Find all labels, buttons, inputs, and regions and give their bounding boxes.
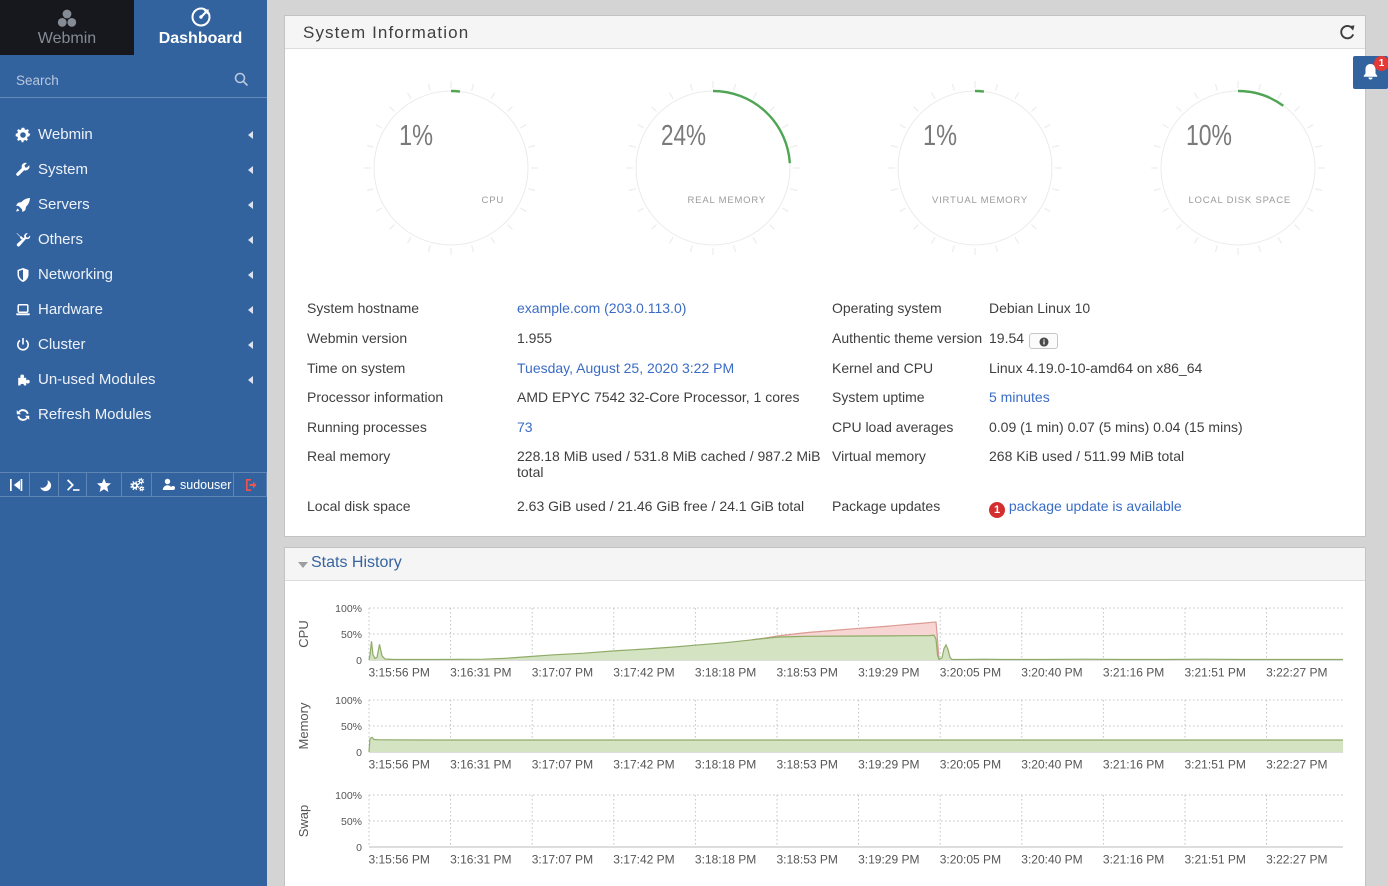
svg-text:VIRTUAL MEMORY: VIRTUAL MEMORY <box>932 195 1028 206</box>
svg-text:CPU: CPU <box>482 195 504 206</box>
svg-text:3:18:18 PM: 3:18:18 PM <box>695 666 756 680</box>
svg-text:3:18:18 PM: 3:18:18 PM <box>695 853 756 867</box>
svg-text:24%: 24% <box>661 120 706 152</box>
svg-text:50%: 50% <box>341 816 362 828</box>
svg-text:0: 0 <box>356 655 362 667</box>
svg-text:3:22:27 PM: 3:22:27 PM <box>1266 666 1327 680</box>
svg-text:3:21:16 PM: 3:21:16 PM <box>1103 666 1164 680</box>
svg-text:3:21:16 PM: 3:21:16 PM <box>1103 853 1164 867</box>
svg-text:3:17:42 PM: 3:17:42 PM <box>613 666 674 680</box>
svg-text:3:17:42 PM: 3:17:42 PM <box>613 758 674 772</box>
svg-text:3:18:18 PM: 3:18:18 PM <box>695 758 756 772</box>
svg-text:50%: 50% <box>341 629 362 641</box>
svg-text:3:20:05 PM: 3:20:05 PM <box>940 758 1001 772</box>
svg-text:3:21:51 PM: 3:21:51 PM <box>1185 758 1246 772</box>
svg-text:3:19:29 PM: 3:19:29 PM <box>858 666 919 680</box>
svg-text:3:21:16 PM: 3:21:16 PM <box>1103 758 1164 772</box>
svg-text:3:15:56 PM: 3:15:56 PM <box>369 666 430 680</box>
svg-text:3:22:27 PM: 3:22:27 PM <box>1266 758 1327 772</box>
svg-text:3:20:40 PM: 3:20:40 PM <box>1021 758 1082 772</box>
svg-text:3:22:27 PM: 3:22:27 PM <box>1266 853 1327 867</box>
svg-text:CPU: CPU <box>296 620 311 647</box>
svg-text:3:19:29 PM: 3:19:29 PM <box>858 853 919 867</box>
svg-text:100%: 100% <box>335 695 362 707</box>
svg-text:1%: 1% <box>923 120 957 152</box>
svg-text:Swap: Swap <box>296 805 311 838</box>
svg-text:3:16:31 PM: 3:16:31 PM <box>450 853 511 867</box>
svg-text:1%: 1% <box>399 120 433 152</box>
svg-text:100%: 100% <box>335 790 362 802</box>
svg-text:3:17:42 PM: 3:17:42 PM <box>613 853 674 867</box>
svg-text:3:15:56 PM: 3:15:56 PM <box>369 758 430 772</box>
svg-text:REAL MEMORY: REAL MEMORY <box>688 195 766 206</box>
svg-text:0: 0 <box>356 747 362 759</box>
svg-text:3:15:56 PM: 3:15:56 PM <box>369 853 430 867</box>
svg-text:0: 0 <box>356 842 362 854</box>
svg-text:3:20:05 PM: 3:20:05 PM <box>940 666 1001 680</box>
svg-text:3:17:07 PM: 3:17:07 PM <box>532 853 593 867</box>
svg-text:3:18:53 PM: 3:18:53 PM <box>777 758 838 772</box>
svg-text:3:18:53 PM: 3:18:53 PM <box>777 666 838 680</box>
svg-text:3:21:51 PM: 3:21:51 PM <box>1185 853 1246 867</box>
svg-text:3:18:53 PM: 3:18:53 PM <box>777 853 838 867</box>
svg-text:3:17:07 PM: 3:17:07 PM <box>532 758 593 772</box>
svg-text:3:20:40 PM: 3:20:40 PM <box>1021 666 1082 680</box>
svg-text:3:21:51 PM: 3:21:51 PM <box>1185 666 1246 680</box>
svg-text:LOCAL DISK SPACE: LOCAL DISK SPACE <box>1188 195 1291 206</box>
svg-text:100%: 100% <box>335 603 362 615</box>
svg-text:3:17:07 PM: 3:17:07 PM <box>532 666 593 680</box>
svg-text:3:16:31 PM: 3:16:31 PM <box>450 666 511 680</box>
svg-text:3:20:05 PM: 3:20:05 PM <box>940 853 1001 867</box>
svg-text:3:19:29 PM: 3:19:29 PM <box>858 758 919 772</box>
svg-text:50%: 50% <box>341 721 362 733</box>
svg-text:10%: 10% <box>1186 120 1232 152</box>
svg-text:3:20:40 PM: 3:20:40 PM <box>1021 853 1082 867</box>
svg-text:Memory: Memory <box>296 702 311 749</box>
svg-text:3:16:31 PM: 3:16:31 PM <box>450 758 511 772</box>
